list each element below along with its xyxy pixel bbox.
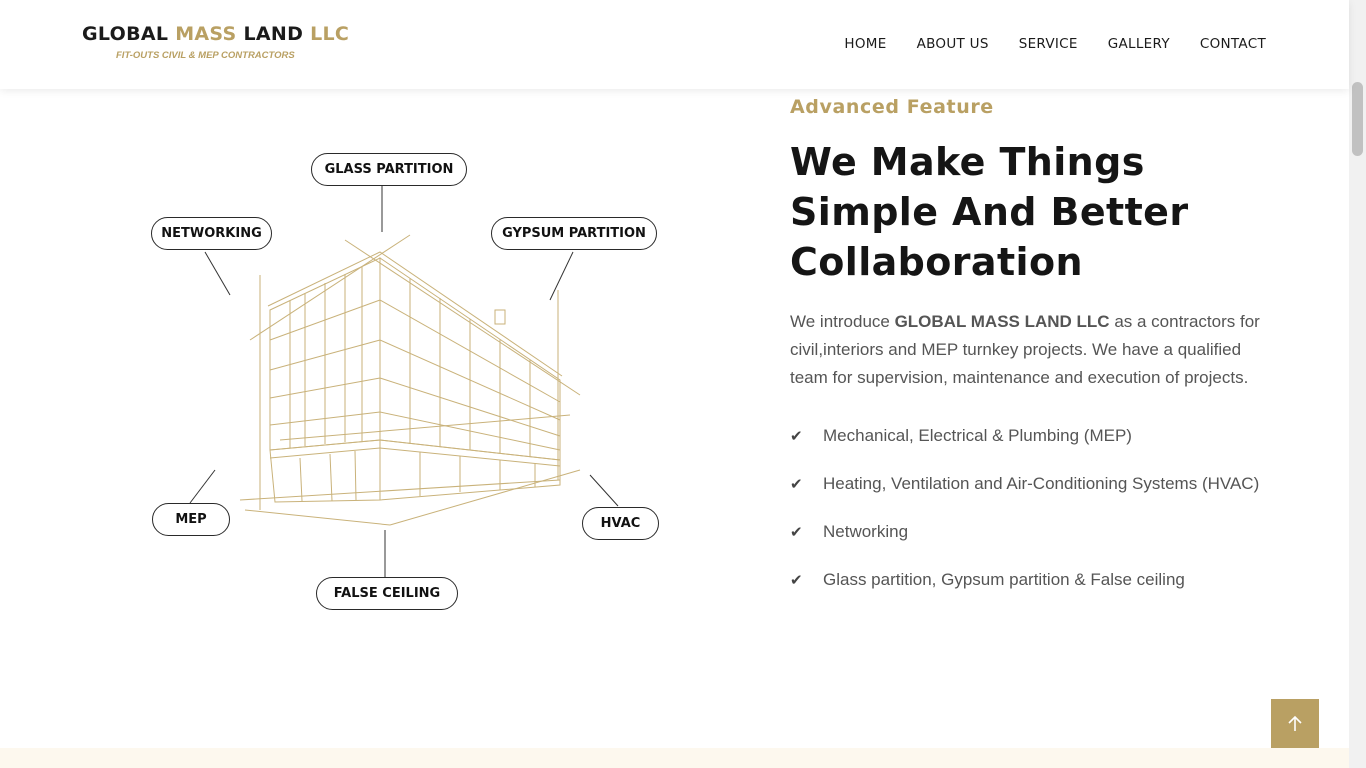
site-header: GLOBAL MASS LAND LLC FIT-OUTS CIVIL & ME… [0,0,1349,89]
label-hvac: HVAC [582,507,659,540]
logo-word-global: GLOBAL [82,23,169,45]
list-item: ✔ Networking [790,518,1260,546]
logo[interactable]: GLOBAL MASS LAND LLC FIT-OUTS CIVIL & ME… [82,22,349,61]
back-to-top-button[interactable] [1271,699,1319,748]
nav-about-us[interactable]: ABOUT US [917,36,989,52]
logo-tagline: FIT-OUTS CIVIL & MEP CONTRACTORS [116,50,295,61]
list-item: ✔ Mechanical, Electrical & Plumbing (MEP… [790,422,1260,450]
logo-word-mass: MASS [175,23,237,45]
intro-text-start: We introduce [790,312,895,331]
check-icon: ✔ [790,428,803,445]
feature-list: ✔ Mechanical, Electrical & Plumbing (MEP… [790,422,1260,594]
label-glass-partition: GLASS PARTITION [311,153,467,186]
next-section-band [0,748,1349,768]
nav-service[interactable]: SERVICE [1019,36,1078,52]
intro-paragraph: We introduce GLOBAL MASS LAND LLC as a c… [790,308,1260,392]
list-item: ✔ Heating, Ventilation and Air-Condition… [790,470,1260,498]
nav-gallery[interactable]: GALLERY [1108,36,1170,52]
check-icon: ✔ [790,524,803,541]
feature-text: Heating, Ventilation and Air-Conditionin… [823,474,1260,493]
main-nav: HOME ABOUT US SERVICE GALLERY CONTACT [844,36,1266,52]
logo-word-llc: LLC [310,23,350,45]
logo-title: GLOBAL MASS LAND LLC [82,22,349,46]
feature-section: Advanced Feature We Make Things Simple A… [790,96,1260,614]
nav-contact[interactable]: CONTACT [1200,36,1266,52]
section-eyebrow: Advanced Feature [790,96,994,118]
label-networking: NETWORKING [151,217,272,250]
building-sketch [189,186,619,577]
scrollbar-thumb[interactable] [1352,82,1363,156]
feature-text: Glass partition, Gypsum partition & Fals… [823,570,1185,589]
check-icon: ✔ [790,476,803,493]
nav-home[interactable]: HOME [844,36,886,52]
logo-word-land: LAND [243,23,304,45]
intro-company-name: GLOBAL MASS LAND LLC [894,312,1110,331]
feature-text: Networking [823,522,909,541]
check-icon: ✔ [790,572,803,589]
feature-text: Mechanical, Electrical & Plumbing (MEP) [823,426,1132,445]
list-item: ✔ Glass partition, Gypsum partition & Fa… [790,566,1260,594]
building-illustration: GLASS PARTITION NETWORKING GYPSUM PARTIT… [140,140,680,620]
label-gypsum-partition: GYPSUM PARTITION [491,217,657,250]
label-mep: MEP [152,503,230,536]
section-heading: We Make Things Simple And Better Collabo… [790,140,1189,284]
arrow-up-icon [1288,715,1302,731]
label-false-ceiling: FALSE CEILING [316,577,458,610]
